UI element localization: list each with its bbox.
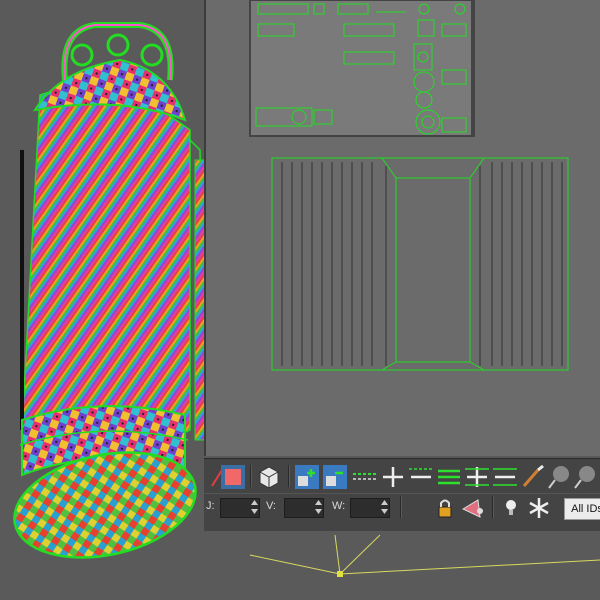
uv-tile-region	[249, 0, 475, 137]
toolbar-row-bottom: J: V: W: All IDs	[204, 493, 600, 524]
brush-icon[interactable]	[520, 464, 546, 490]
shrink-icon[interactable]	[492, 464, 518, 490]
app-window: J: V: W: All IDs	[0, 0, 600, 600]
spinner-j-arrows[interactable]	[250, 498, 259, 516]
spinner-label-w: W:	[332, 500, 346, 512]
minus-icon[interactable]	[408, 464, 434, 490]
uv-shell-edges	[281, 162, 563, 366]
sphere-pin-icon[interactable]	[546, 464, 572, 490]
lock-icon[interactable]	[432, 495, 458, 521]
cube-map-icon[interactable]	[256, 464, 282, 490]
spinner-label-v: V:	[266, 500, 276, 512]
select-subtract-icon[interactable]	[322, 464, 348, 490]
sphere-pin-icon[interactable]	[572, 464, 598, 490]
uv-canvas[interactable]	[206, 0, 600, 456]
light-icon[interactable]	[498, 495, 524, 521]
paint-brush-icon[interactable]	[204, 464, 223, 490]
spinner-w-arrows[interactable]	[380, 498, 389, 516]
grow-icon[interactable]	[464, 464, 490, 490]
uv-editor-panel[interactable]	[204, 0, 600, 456]
spinner-v-arrows[interactable]	[314, 498, 323, 516]
id-filter-dropdown[interactable]: All IDs	[564, 498, 600, 520]
snowflake-icon[interactable]	[526, 495, 552, 521]
loop-icon[interactable]	[436, 464, 462, 490]
select-add-icon[interactable]	[294, 464, 320, 490]
uv-shell-cylinder	[271, 157, 569, 371]
plus-icon[interactable]	[380, 464, 406, 490]
toolbar-row-top	[204, 461, 600, 493]
checker-swatch-icon[interactable]	[220, 464, 246, 490]
spinner-label-j: J:	[206, 500, 215, 512]
uv-editor-toolbar: J: V: W: All IDs	[204, 458, 600, 531]
ring-icon[interactable]	[352, 464, 378, 490]
paint-select-icon[interactable]	[460, 495, 486, 521]
pivot-point	[337, 571, 343, 577]
